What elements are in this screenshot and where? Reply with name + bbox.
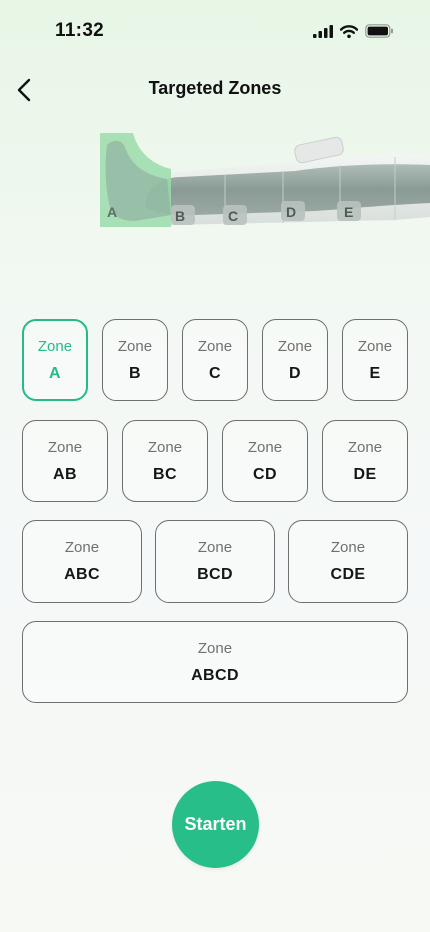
status-icons: [313, 24, 394, 38]
illustration-label-e: E: [344, 204, 353, 220]
battery-icon: [365, 24, 393, 38]
zone-word: Zone: [64, 539, 100, 556]
zone-word: Zone: [147, 439, 183, 456]
illustration-label-c: C: [228, 208, 238, 224]
zone-button-de[interactable]: Zone DE: [322, 420, 408, 502]
status-bar: 11:32: [0, 0, 430, 60]
zone-letter: B: [129, 365, 141, 382]
zone-letter: A: [49, 365, 61, 382]
zone-word: Zone: [117, 338, 153, 355]
start-button[interactable]: Starten: [172, 781, 259, 868]
zone-letter: DE: [353, 466, 377, 483]
illustration-label-a: A: [107, 204, 117, 220]
zone-letter: BCD: [197, 566, 233, 583]
zone-button-cd[interactable]: Zone CD: [222, 420, 308, 502]
cellular-signal-icon: [313, 24, 333, 38]
zone-word: Zone: [197, 640, 233, 657]
zone-word: Zone: [330, 539, 366, 556]
zone-button-b[interactable]: Zone B: [102, 319, 168, 401]
zone-letter: D: [289, 365, 301, 382]
illustration-label-d: D: [286, 204, 296, 220]
zone-button-cde[interactable]: Zone CDE: [288, 520, 408, 603]
zone-word: Zone: [277, 338, 313, 355]
zone-letter: AB: [53, 466, 77, 483]
zone-button-bcd[interactable]: Zone BCD: [155, 520, 275, 603]
zone-button-d[interactable]: Zone D: [262, 319, 328, 401]
zone-letter: C: [209, 365, 221, 382]
wifi-icon: [340, 24, 358, 38]
zone-letter: ABC: [64, 566, 100, 583]
zone-word: Zone: [347, 439, 383, 456]
zone-button-abc[interactable]: Zone ABC: [22, 520, 142, 603]
zone-button-ab[interactable]: Zone AB: [22, 420, 108, 502]
zone-letter: ABCD: [191, 667, 239, 684]
zone-button-a[interactable]: Zone A: [22, 319, 88, 401]
zone-word: Zone: [357, 338, 393, 355]
leg-zones-illustration: A B C D E: [100, 133, 430, 227]
zone-word: Zone: [197, 338, 233, 355]
zone-letter: CD: [253, 466, 277, 483]
zone-letter: CDE: [330, 566, 366, 583]
zone-word: Zone: [197, 539, 233, 556]
zone-button-abcd[interactable]: Zone ABCD: [22, 621, 408, 703]
zone-letter: E: [369, 365, 381, 382]
zone-button-e[interactable]: Zone E: [342, 319, 408, 401]
zone-word: Zone: [47, 439, 83, 456]
illustration-label-b: B: [175, 208, 185, 224]
nav-bar: Targeted Zones: [0, 68, 430, 112]
zone-button-c[interactable]: Zone C: [182, 319, 248, 401]
zone-word: Zone: [37, 338, 73, 355]
zone-button-bc[interactable]: Zone BC: [122, 420, 208, 502]
zone-letter: BC: [153, 466, 177, 483]
zone-word: Zone: [247, 439, 283, 456]
page-title: Targeted Zones: [148, 78, 282, 98]
status-time: 11:32: [55, 20, 105, 41]
